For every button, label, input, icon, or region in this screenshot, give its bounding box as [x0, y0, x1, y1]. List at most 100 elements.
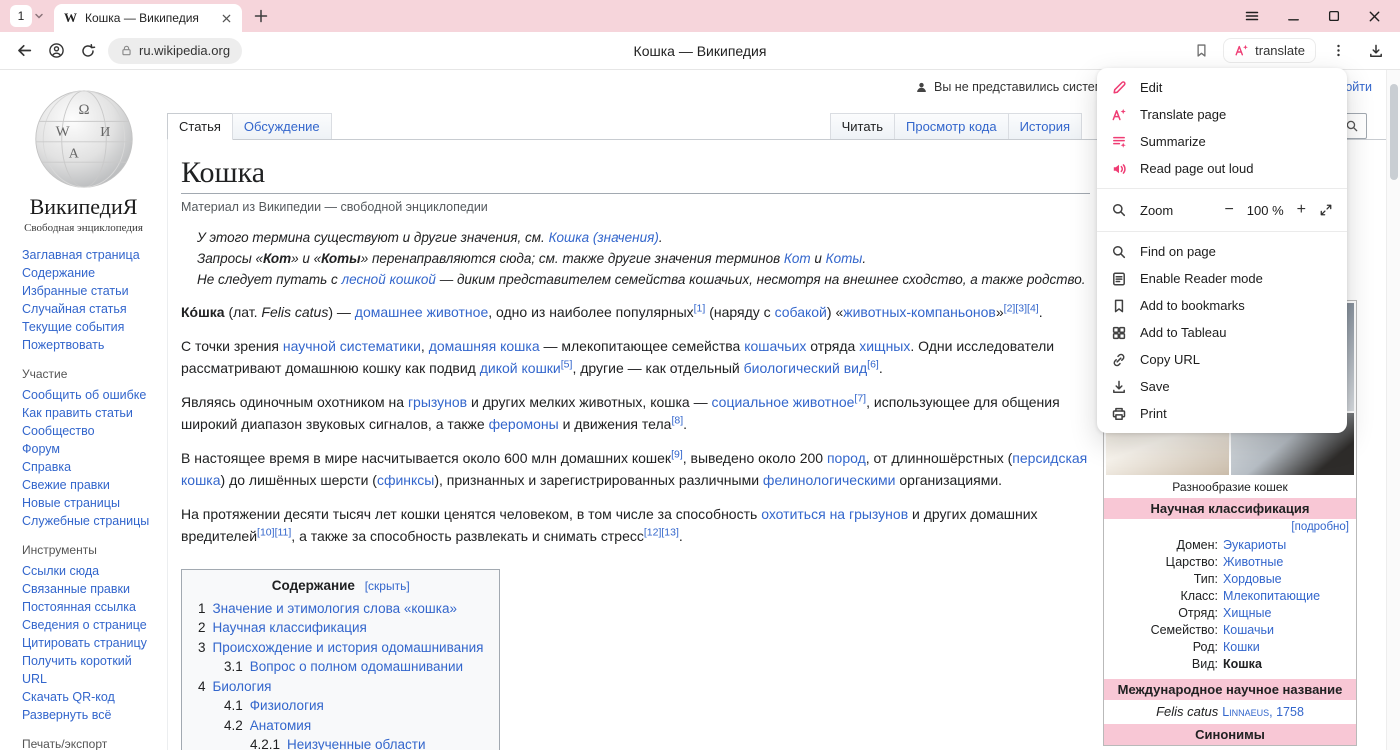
- toc-item[interactable]: 4.2.1Неизученные области: [198, 735, 483, 750]
- toc-item[interactable]: 4.1Физиология: [198, 696, 483, 716]
- taxonomy-row: Род:Кошки: [1110, 639, 1350, 656]
- menu-item[interactable]: Save: [1097, 373, 1347, 400]
- kebab-menu-icon[interactable]: [1322, 35, 1354, 67]
- sidebar-link[interactable]: Справка: [22, 458, 159, 476]
- menu-item[interactable]: Edit: [1097, 74, 1347, 101]
- wiki-tab[interactable]: Обсуждение: [232, 113, 332, 139]
- menu-item[interactable]: Add to bookmarks: [1097, 292, 1347, 319]
- menu-item-label: Save: [1140, 379, 1170, 394]
- menu-divider: [1097, 231, 1347, 232]
- translate-button[interactable]: translate: [1223, 38, 1316, 63]
- toc-item[interactable]: 3.1Вопрос о полном одомашнивании: [198, 657, 483, 677]
- menu-secondary-group: Find on page Enable Reader mode Add to b…: [1097, 238, 1347, 427]
- profile-icon[interactable]: [40, 35, 72, 67]
- details-link[interactable]: [подробно]: [1291, 521, 1349, 533]
- toc-hide-toggle[interactable]: [скрыть]: [365, 579, 410, 593]
- sidebar-link[interactable]: Форум: [22, 440, 159, 458]
- zoom-in-button[interactable]: +: [1297, 201, 1306, 219]
- wiki-tabs-left: СтатьяОбсуждение: [167, 113, 331, 139]
- wiki-tab[interactable]: История: [1008, 113, 1082, 139]
- menu-item[interactable]: Copy URL: [1097, 346, 1347, 373]
- wiki-tab[interactable]: Просмотр кода: [894, 113, 1009, 139]
- svg-text:А: А: [68, 147, 78, 162]
- summarize-icon: [1111, 134, 1127, 150]
- scrollbar-thumb[interactable]: [1390, 84, 1398, 180]
- sidebar-link[interactable]: Ссылки сюда: [22, 562, 159, 580]
- zoom-out-button[interactable]: −: [1224, 201, 1233, 219]
- download-icon[interactable]: [1360, 35, 1392, 67]
- sidebar-link[interactable]: Сведения о странице: [22, 616, 159, 634]
- fullscreen-icon[interactable]: [1319, 203, 1333, 217]
- sidebar-link[interactable]: Текущие события: [22, 318, 159, 336]
- address-text: ru.wikipedia.org: [139, 43, 230, 58]
- new-tab-button[interactable]: [254, 9, 268, 23]
- toc-item[interactable]: 4.2Анатомия: [198, 716, 483, 736]
- sidebar-link[interactable]: Избранные статьи: [22, 282, 159, 300]
- menu-item[interactable]: Add to Tableau: [1097, 319, 1347, 346]
- translate-icon: [1111, 107, 1127, 123]
- maximize-icon[interactable]: [1327, 9, 1341, 23]
- menu-item[interactable]: Summarize: [1097, 128, 1347, 155]
- browser-toolbar: ru.wikipedia.org Кошка — Википедия trans…: [0, 32, 1400, 70]
- wikipedia-wordmark: ВикипедиЯ: [0, 194, 167, 220]
- sidebar-heading-participation: Участие: [22, 367, 159, 381]
- sidebar-link[interactable]: Служебные страницы: [22, 512, 159, 530]
- sidebar-link[interactable]: Сообщество: [22, 422, 159, 440]
- bookmark-flag-icon[interactable]: [1185, 35, 1217, 67]
- browser-tab[interactable]: W Кошка — Википедия: [54, 4, 242, 32]
- toc-item[interactable]: 2Научная классификация: [198, 618, 483, 638]
- wiki-tab[interactable]: Статья: [167, 113, 233, 140]
- minimize-icon[interactable]: [1286, 9, 1301, 24]
- sidebar-link[interactable]: Случайная статья: [22, 300, 159, 318]
- sidebar-link[interactable]: Пожертвовать: [22, 336, 159, 354]
- refresh-icon[interactable]: [72, 35, 104, 67]
- tab-counter-button[interactable]: 1: [10, 5, 32, 27]
- hatnote: Не следует путать с лесной кошкой — дики…: [181, 270, 1090, 290]
- page-scrollbar[interactable]: [1386, 70, 1400, 750]
- sidebar-link[interactable]: Новые страницы: [22, 494, 159, 512]
- sidebar-link[interactable]: Цитировать страницу: [22, 634, 159, 652]
- sidebar-link[interactable]: Содержание: [22, 264, 159, 282]
- wiki-tab[interactable]: Читать: [830, 113, 895, 139]
- menu-item-label: Translate page: [1140, 107, 1226, 122]
- taxonomy-row: Домен:Эукариоты: [1110, 537, 1350, 554]
- sidebar-tools-links: Ссылки сюдаСвязанные правкиПостоянная сс…: [22, 562, 159, 724]
- browser-menu-icon[interactable]: [1244, 8, 1260, 24]
- sidebar-heading-print: Печать/экспорт: [22, 737, 159, 750]
- sidebar-link[interactable]: Постоянная ссылка: [22, 598, 159, 616]
- article-paragraph: На протяжении десяти тысяч лет кошки цен…: [181, 503, 1090, 548]
- wikipedia-logo[interactable]: Ω W И А ВикипедиЯ Свободная энциклопедия: [0, 88, 167, 234]
- sidebar-link[interactable]: Заглавная страница: [22, 246, 159, 264]
- hatnote: У этого термина существуют и другие знач…: [181, 228, 1090, 248]
- sidebar-main-links: Заглавная страницаСодержаниеИзбранные ст…: [22, 246, 159, 354]
- sidebar-link[interactable]: Скачать QR-код: [22, 688, 159, 706]
- scientific-name: Felis catus: [1156, 704, 1218, 719]
- menu-item[interactable]: Read page out loud: [1097, 155, 1347, 182]
- menu-item[interactable]: Translate page: [1097, 101, 1347, 128]
- sidebar-link[interactable]: Свежие правки: [22, 476, 159, 494]
- sidebar-link[interactable]: Развернуть всё: [22, 706, 159, 724]
- article-paragraphs: Ко́шка (лат. Felis catus) — домашнее жив…: [181, 301, 1090, 548]
- article-subtitle: Материал из Википедии — свободной энцикл…: [181, 200, 1090, 214]
- chevron-down-icon[interactable]: [34, 11, 44, 21]
- sidebar-link[interactable]: Как править статьи: [22, 404, 159, 422]
- menu-item[interactable]: Enable Reader mode: [1097, 265, 1347, 292]
- menu-item[interactable]: Find on page: [1097, 238, 1347, 265]
- sidebar-link[interactable]: Получить короткий URL: [22, 652, 159, 688]
- menu-item[interactable]: Print: [1097, 400, 1347, 427]
- toc-item[interactable]: 1Значение и этимология слова «кошка»: [198, 599, 483, 619]
- menu-item-label: Read page out loud: [1140, 161, 1253, 176]
- back-icon[interactable]: [8, 35, 40, 67]
- bookmark-icon: [1111, 298, 1127, 314]
- sidebar-link[interactable]: Связанные правки: [22, 580, 159, 598]
- authority-link[interactable]: Linnaeus, 1758: [1222, 705, 1304, 719]
- tableau-icon: [1111, 325, 1127, 341]
- address-bar[interactable]: ru.wikipedia.org: [108, 38, 242, 64]
- sidebar-link[interactable]: Сообщить об ошибке: [22, 386, 159, 404]
- table-of-contents: Содержание [скрыть] 1Значение и этимолог…: [181, 569, 500, 750]
- toc-item[interactable]: 3Происхождение и история одомашнивания: [198, 638, 483, 658]
- tab-close-icon[interactable]: [221, 13, 232, 24]
- toc-item[interactable]: 4Биология: [198, 677, 483, 697]
- close-icon[interactable]: [1367, 9, 1382, 24]
- article-paragraph: В настоящее время в мире насчитывается о…: [181, 447, 1090, 492]
